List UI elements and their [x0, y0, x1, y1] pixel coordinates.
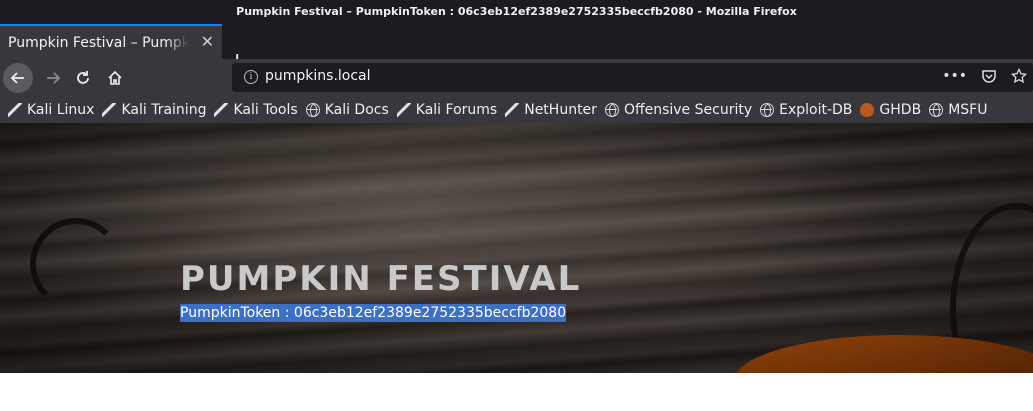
back-arrow-icon — [10, 72, 24, 84]
kali-icon — [8, 102, 22, 117]
bookmark-label: Kali Forums — [415, 101, 498, 118]
hero-vignette — [0, 123, 1033, 373]
bookmark-nethunter[interactable]: NetHunter — [505, 102, 597, 118]
tab-pumpkin-festival[interactable]: Pumpkin Festival – Pumpkin ✕ — [0, 24, 222, 59]
ghdb-icon — [860, 102, 875, 117]
page-actions-menu-icon[interactable]: ••• — [942, 68, 967, 84]
url-text[interactable]: pumpkins.local — [265, 68, 371, 84]
bookmark-offensive-security[interactable]: Offensive Security — [604, 101, 753, 118]
kali-icon — [102, 102, 117, 117]
home-button[interactable] — [100, 63, 130, 93]
site-info-icon[interactable]: i — [244, 70, 258, 84]
bookmark-msfu[interactable]: MSFU — [929, 102, 987, 118]
pocket-icon[interactable] — [981, 68, 997, 84]
reload-button[interactable] — [68, 63, 98, 93]
kali-icon — [505, 102, 520, 117]
navigation-toolbar: i pumpkins.local ••• — [0, 59, 1033, 96]
bookmark-kali-forums[interactable]: Kali Forums — [396, 101, 498, 118]
globe-icon — [760, 102, 775, 117]
page-actions: ••• — [942, 68, 1027, 84]
bookmark-label: NetHunter — [524, 101, 597, 118]
bookmark-label: Kali Tools — [233, 101, 298, 118]
bookmark-kali-training[interactable]: Kali Training — [102, 102, 206, 118]
bookmark-label: Kali Docs — [324, 101, 389, 118]
bookmark-label: Kali Linux — [27, 101, 95, 118]
bookmarks-toolbar: Kali Linux Kali Training Kali Tools Kali… — [0, 96, 1033, 123]
url-bar[interactable]: i pumpkins.local ••• — [232, 63, 1033, 92]
bookmark-label: GHDB — [879, 101, 922, 118]
globe-icon — [305, 102, 320, 117]
bookmark-label: Offensive Security — [623, 101, 753, 118]
bookmark-ghdb[interactable]: GHDB — [860, 102, 921, 118]
bookmark-star-icon[interactable] — [1011, 68, 1027, 84]
globe-icon — [929, 102, 944, 117]
home-icon — [108, 70, 122, 85]
bookmark-kali-docs[interactable]: Kali Docs — [305, 101, 389, 118]
kali-icon — [214, 102, 229, 117]
window-title-bar: Pumpkin Festival – PumpkinToken : 06c3eb… — [0, 0, 1033, 22]
tab-title: Pumpkin Festival – Pumpkin — [8, 34, 188, 51]
hero-banner: PUMPKIN FESTIVAL PumpkinToken : 06c3eb12… — [0, 123, 1033, 373]
pumpkin-token-text[interactable]: PumpkinToken : 06c3eb12ef2389e2752335bec… — [180, 304, 567, 322]
close-tab-icon[interactable]: ✕ — [201, 34, 214, 50]
kali-icon — [396, 102, 411, 117]
bookmark-label: MSFU — [948, 101, 988, 118]
forward-button[interactable] — [38, 63, 68, 93]
tab-strip: Pumpkin Festival – Pumpkin ✕ + — [0, 22, 1033, 73]
reload-icon — [77, 71, 89, 84]
bookmark-kali-linux[interactable]: Kali Linux — [8, 102, 94, 118]
bookmark-kali-tools[interactable]: Kali Tools — [214, 101, 298, 118]
back-button[interactable] — [3, 63, 33, 93]
bookmark-label: Kali Training — [121, 101, 207, 118]
window-title: Pumpkin Festival – PumpkinToken : 06c3eb… — [236, 4, 797, 18]
page-heading: PUMPKIN FESTIVAL — [180, 259, 582, 299]
forward-arrow-icon — [47, 72, 61, 84]
globe-icon — [604, 102, 619, 117]
bookmark-exploit-db[interactable]: Exploit-DB — [760, 102, 852, 118]
bookmark-label: Exploit-DB — [779, 101, 853, 118]
